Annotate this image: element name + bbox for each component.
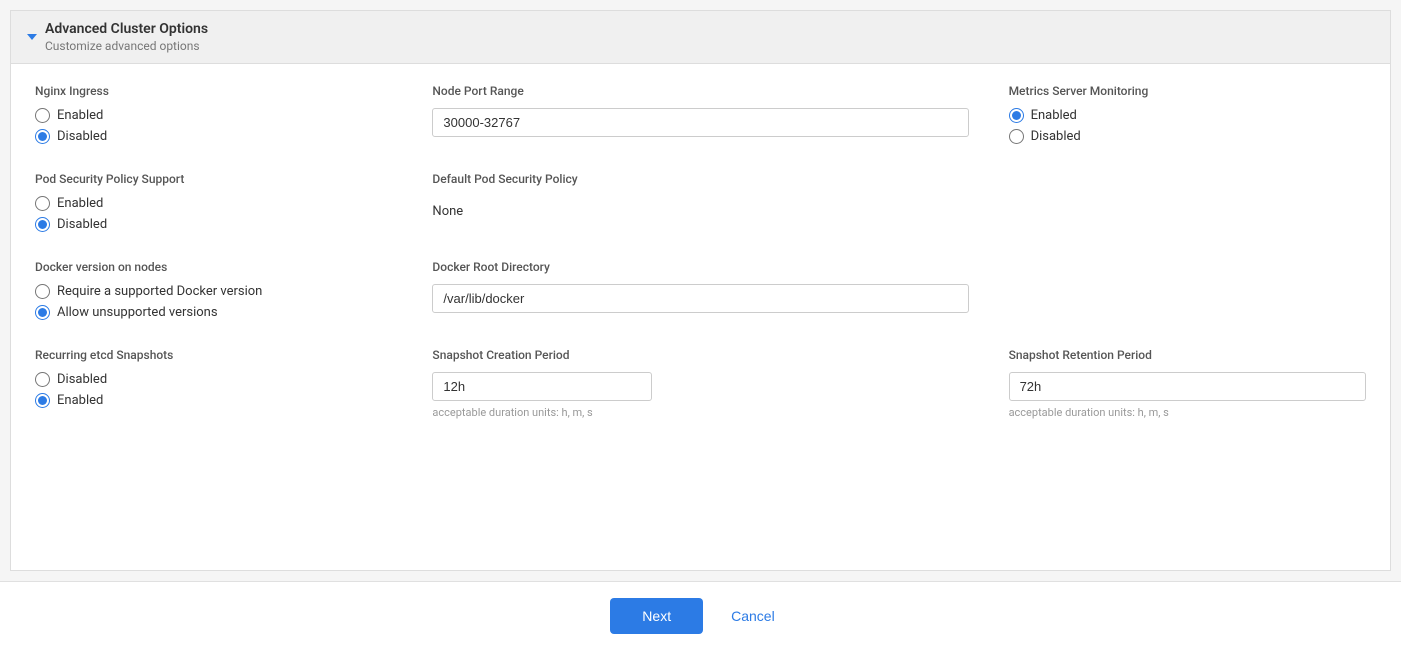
panel-title: Advanced Cluster Options — [45, 21, 208, 37]
recurring-etcd-disabled-item[interactable]: Disabled — [35, 372, 392, 387]
snapshot-creation-hint: acceptable duration units: h, m, s — [432, 406, 968, 419]
pod-security-policy-disabled-radio[interactable] — [35, 217, 50, 232]
pod-security-policy-enabled-label: Enabled — [57, 196, 103, 211]
recurring-etcd-label: Recurring etcd Snapshots — [35, 348, 392, 362]
snapshot-creation-label: Snapshot Creation Period — [432, 348, 968, 362]
docker-version-label: Docker version on nodes — [35, 260, 392, 274]
nginx-ingress-disabled-label: Disabled — [57, 129, 107, 144]
nginx-ingress-enabled-item[interactable]: Enabled — [35, 108, 392, 123]
recurring-etcd-enabled-label: Enabled — [57, 393, 103, 408]
recurring-etcd-disabled-radio[interactable] — [35, 372, 50, 387]
docker-root-dir-input[interactable] — [432, 284, 968, 313]
metrics-server-enabled-radio[interactable] — [1009, 108, 1024, 123]
nginx-ingress-disabled-item[interactable]: Disabled — [35, 129, 392, 144]
default-pod-security-col: Default Pod Security Policy None — [432, 172, 968, 232]
pod-security-policy-enabled-item[interactable]: Enabled — [35, 196, 392, 211]
spacer-col-1 — [1009, 172, 1366, 232]
docker-version-supported-radio[interactable] — [35, 284, 50, 299]
snapshot-retention-label: Snapshot Retention Period — [1009, 348, 1366, 362]
advanced-cluster-panel: Advanced Cluster Options Customize advan… — [10, 10, 1391, 571]
snapshot-retention-col: Snapshot Retention Period acceptable dur… — [1009, 348, 1366, 419]
docker-version-supported-label: Require a supported Docker version — [57, 284, 262, 299]
row-2: Pod Security Policy Support Enabled Disa… — [35, 172, 1366, 232]
metrics-server-label: Metrics Server Monitoring — [1009, 84, 1366, 98]
docker-version-unsupported-radio[interactable] — [35, 305, 50, 320]
docker-root-dir-col: Docker Root Directory — [432, 260, 968, 320]
pod-security-policy-col: Pod Security Policy Support Enabled Disa… — [35, 172, 392, 232]
snapshot-creation-col: Snapshot Creation Period acceptable dura… — [432, 348, 968, 419]
metrics-server-disabled-item[interactable]: Disabled — [1009, 129, 1366, 144]
nginx-ingress-disabled-radio[interactable] — [35, 129, 50, 144]
docker-version-radio-group: Require a supported Docker version Allow… — [35, 284, 392, 320]
node-port-range-col: Node Port Range — [432, 84, 968, 144]
metrics-server-radio-group: Enabled Disabled — [1009, 108, 1366, 144]
recurring-etcd-enabled-radio[interactable] — [35, 393, 50, 408]
panel-body: Nginx Ingress Enabled Disabled Node Por — [11, 64, 1390, 443]
pod-security-policy-enabled-radio[interactable] — [35, 196, 50, 211]
snapshot-retention-hint: acceptable duration units: h, m, s — [1009, 406, 1366, 419]
pod-security-policy-label: Pod Security Policy Support — [35, 172, 392, 186]
cancel-button[interactable]: Cancel — [715, 598, 791, 634]
recurring-etcd-radio-group: Disabled Enabled — [35, 372, 392, 408]
docker-version-col: Docker version on nodes Require a suppor… — [35, 260, 392, 320]
nginx-ingress-col: Nginx Ingress Enabled Disabled — [35, 84, 392, 144]
next-button[interactable]: Next — [610, 598, 703, 634]
recurring-etcd-disabled-label: Disabled — [57, 372, 107, 387]
docker-version-supported-item[interactable]: Require a supported Docker version — [35, 284, 392, 299]
node-port-range-input[interactable] — [432, 108, 968, 137]
row-1: Nginx Ingress Enabled Disabled Node Por — [35, 84, 1366, 144]
metrics-server-enabled-item[interactable]: Enabled — [1009, 108, 1366, 123]
nginx-ingress-enabled-label: Enabled — [57, 108, 103, 123]
node-port-range-label: Node Port Range — [432, 84, 968, 98]
metrics-server-col: Metrics Server Monitoring Enabled Disabl… — [1009, 84, 1366, 144]
metrics-server-enabled-label: Enabled — [1031, 108, 1077, 123]
row-4: Recurring etcd Snapshots Disabled Enable… — [35, 348, 1366, 419]
default-pod-security-label: Default Pod Security Policy — [432, 172, 968, 186]
snapshot-creation-input[interactable] — [432, 372, 652, 401]
panel-header: Advanced Cluster Options Customize advan… — [11, 11, 1390, 64]
nginx-ingress-label: Nginx Ingress — [35, 84, 392, 98]
snapshot-retention-input[interactable] — [1009, 372, 1366, 401]
metrics-server-disabled-radio[interactable] — [1009, 129, 1024, 144]
page-wrapper: Advanced Cluster Options Customize advan… — [0, 0, 1401, 650]
spacer-col-2 — [1009, 260, 1366, 320]
pod-security-policy-radio-group: Enabled Disabled — [35, 196, 392, 232]
docker-version-unsupported-label: Allow unsupported versions — [57, 305, 218, 320]
recurring-etcd-enabled-item[interactable]: Enabled — [35, 393, 392, 408]
row-3: Docker version on nodes Require a suppor… — [35, 260, 1366, 320]
footer: Next Cancel — [0, 581, 1401, 650]
chevron-down-icon[interactable] — [27, 34, 37, 40]
nginx-ingress-radio-group: Enabled Disabled — [35, 108, 392, 144]
docker-root-dir-label: Docker Root Directory — [432, 260, 968, 274]
pod-security-policy-disabled-item[interactable]: Disabled — [35, 217, 392, 232]
nginx-ingress-enabled-radio[interactable] — [35, 108, 50, 123]
default-pod-security-value: None — [432, 196, 968, 219]
pod-security-policy-disabled-label: Disabled — [57, 217, 107, 232]
panel-subtitle: Customize advanced options — [45, 39, 208, 53]
recurring-etcd-col: Recurring etcd Snapshots Disabled Enable… — [35, 348, 392, 419]
metrics-server-disabled-label: Disabled — [1031, 129, 1081, 144]
docker-version-unsupported-item[interactable]: Allow unsupported versions — [35, 305, 392, 320]
